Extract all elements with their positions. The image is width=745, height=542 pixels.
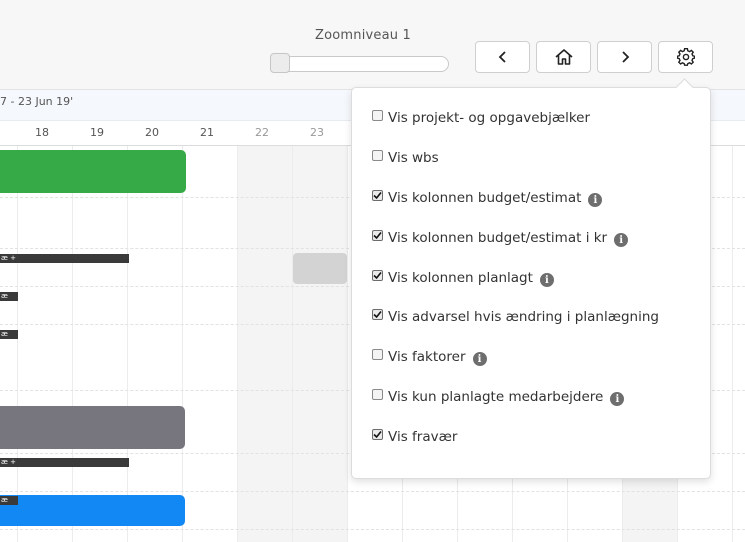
column-divider (127, 146, 128, 542)
day-header: 22 (255, 126, 269, 139)
option-vis-kolonnen-budget-estimat-i-kr[interactable]: Vis kolonnen budget/estimat i kr i (372, 229, 629, 247)
day-header: 18 (35, 126, 49, 139)
home-button[interactable] (536, 41, 591, 73)
column-divider (237, 146, 238, 542)
date-range-label: 7 - 23 Jun 19' (0, 95, 74, 108)
checkbox[interactable] (372, 308, 383, 320)
option-vis-wbs[interactable]: Vis wbs (372, 149, 439, 166)
checkbox[interactable] (372, 388, 383, 400)
option-label: Vis advarsel hvis ændring i planlægning (388, 309, 659, 325)
zoom-label: Zoomniveau 1 (315, 28, 412, 43)
zoom-slider[interactable] (272, 56, 449, 72)
option-label: Vis fravær (388, 429, 458, 445)
option-label: Vis kolonnen budget/estimat i kr (388, 230, 608, 246)
option-vis-kolonnen-budget-estimat[interactable]: Vis kolonnen budget/estimat i (372, 189, 603, 207)
info-icon[interactable]: i (472, 352, 487, 366)
task-bar[interactable]: æ (0, 330, 18, 339)
info-icon[interactable]: i (610, 392, 625, 406)
option-vis-advarsel[interactable]: Vis advarsel hvis ændring i planlægning (372, 308, 659, 325)
option-label: Vis kolonnen planlagt (388, 270, 533, 286)
gear-icon (676, 48, 695, 66)
task-bar[interactable]: æ + (0, 254, 129, 263)
chevron-left-icon (498, 51, 506, 63)
option-label: Vis kolonnen budget/estimat (388, 190, 582, 206)
info-icon[interactable]: i (588, 193, 603, 207)
info-icon[interactable]: i (539, 273, 554, 287)
chevron-right-icon (621, 51, 629, 63)
option-label: Vis projekt- og opgavebjælker (388, 110, 591, 126)
settings-dropdown: Vis projekt- og opgavebjælker Vis wbs Vi… (351, 87, 711, 479)
checkmark-icon (373, 271, 382, 279)
option-label: Vis kun planlagte medarbejdere (388, 389, 604, 405)
checkmark-icon (373, 231, 382, 239)
column-divider (732, 146, 733, 542)
checkbox[interactable] (372, 428, 383, 440)
task-bar[interactable]: æ (0, 496, 18, 505)
day-header: 19 (90, 126, 104, 139)
previous-button[interactable] (475, 41, 530, 73)
row-divider (0, 529, 745, 530)
option-vis-faktorer[interactable]: Vis faktorer i (372, 348, 487, 366)
day-header: 21 (200, 126, 214, 139)
option-vis-kun-planlagte-medarbejdere[interactable]: Vis kun planlagte medarbejdere i (372, 388, 625, 406)
zoom-slider-handle[interactable] (270, 53, 290, 73)
day-header: 23 (310, 126, 324, 139)
checkmark-icon (373, 430, 382, 438)
absence-bar[interactable] (293, 253, 347, 284)
task-bar[interactable]: æ (0, 292, 18, 301)
option-vis-projekt-og-opgavebjaelker[interactable]: Vis projekt- og opgavebjælker (372, 109, 591, 126)
checkbox[interactable] (372, 269, 383, 281)
home-icon (554, 49, 573, 65)
info-icon[interactable]: i (614, 233, 629, 247)
checkmark-icon (373, 191, 382, 199)
option-vis-fravaer[interactable]: Vis fravær (372, 428, 458, 445)
column-divider (17, 146, 18, 542)
checkmark-icon (373, 310, 382, 318)
column-divider (182, 146, 183, 542)
project-bar[interactable] (0, 406, 185, 449)
project-bar[interactable] (0, 150, 186, 193)
column-divider (292, 146, 293, 542)
checkbox[interactable] (372, 348, 383, 360)
checkbox[interactable] (372, 149, 383, 161)
next-button[interactable] (597, 41, 652, 73)
row-divider (0, 491, 745, 492)
checkbox[interactable] (372, 109, 383, 121)
column-divider (72, 146, 73, 542)
day-header: 20 (145, 126, 159, 139)
project-bar[interactable] (0, 495, 185, 526)
option-vis-kolonnen-planlagt[interactable]: Vis kolonnen planlagt i (372, 269, 554, 287)
checkbox[interactable] (372, 189, 383, 201)
checkbox[interactable] (372, 229, 383, 241)
option-label: Vis faktorer (388, 349, 466, 365)
column-divider (347, 146, 348, 542)
settings-button[interactable] (658, 41, 713, 73)
option-label: Vis wbs (388, 150, 439, 166)
task-bar[interactable]: æ + (0, 458, 129, 467)
